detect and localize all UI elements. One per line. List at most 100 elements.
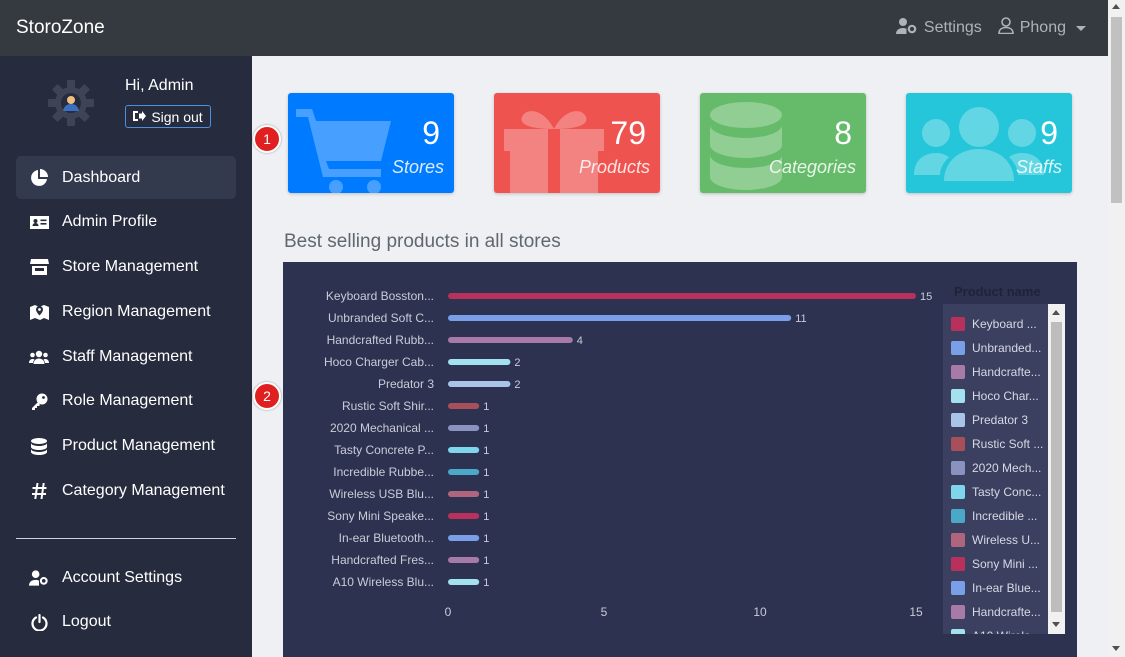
card-value: 8 — [834, 115, 852, 151]
bar[interactable] — [448, 535, 480, 541]
bar[interactable] — [448, 469, 480, 475]
sidebar-item-logout[interactable]: Logout — [16, 601, 236, 644]
user-cog-icon — [895, 17, 918, 39]
bar[interactable] — [448, 557, 480, 563]
annotation-badge-1: 1 — [253, 125, 281, 153]
legend-item[interactable]: Hoco Char... — [951, 384, 1043, 408]
legend-item[interactable]: Keyboard ... — [951, 312, 1043, 336]
chart-legend: Product name Keyboard ... Unbranded... Han… — [943, 282, 1065, 634]
user-cog-icon — [29, 568, 49, 588]
sidebar-item-label: Account Settings — [62, 568, 183, 586]
card-value: 9 — [1040, 115, 1058, 151]
legend-label: Keyboard ... — [972, 317, 1037, 331]
legend-swatch — [951, 485, 965, 499]
category-label: Tasty Concrete P... — [334, 443, 434, 457]
settings-link[interactable]: Settings — [895, 17, 982, 39]
legend-label: Incredible ... — [972, 509, 1038, 523]
categories-card[interactable]: 8 Categories — [700, 93, 866, 193]
sidebar-item-label: Logout — [62, 613, 111, 631]
legend-label: Handcrafte... — [972, 605, 1041, 619]
category-label: A10 Wireless Blu... — [333, 575, 434, 589]
legend-scrollbar[interactable] — [1048, 304, 1065, 634]
bar-value-label: 2 — [514, 357, 520, 369]
sidebar-item-category-management[interactable]: Category Management — [16, 470, 236, 513]
scroll-thumb[interactable] — [1111, 17, 1122, 203]
bar[interactable] — [448, 447, 480, 453]
legend-item[interactable]: A10 Wirele... — [951, 624, 1043, 634]
legend-swatch — [951, 389, 965, 403]
category-label: Predator 3 — [378, 377, 434, 391]
legend-item[interactable]: 2020 Mech... — [951, 456, 1043, 480]
sidebar-item-region-management[interactable]: Region Management — [16, 290, 236, 333]
card-value: 9 — [422, 115, 440, 151]
legend-item[interactable]: Rustic Soft ... — [951, 432, 1043, 456]
legend-label: Hoco Char... — [972, 389, 1039, 403]
bar-value-label: 1 — [483, 511, 489, 523]
legend-item[interactable]: Sony Mini ... — [951, 552, 1043, 576]
page-scrollbar[interactable] — [1108, 0, 1125, 657]
bar[interactable] — [448, 403, 480, 409]
sidebar-item-account-settings[interactable]: Account Settings — [16, 556, 236, 599]
top-right-menu: Settings Phong — [895, 17, 1086, 39]
legend-scroll-down-arrow[interactable] — [1052, 622, 1060, 627]
sidebar-item-label: Category Management — [62, 482, 225, 500]
sign-out-icon — [133, 109, 147, 125]
sidebar-item-staff-management[interactable]: Staff Management — [16, 335, 236, 378]
bar[interactable] — [448, 381, 511, 387]
legend-label: A10 Wirele... — [972, 629, 1041, 634]
legend-label: Predator 3 — [972, 413, 1029, 427]
user-dropdown[interactable]: Phong — [997, 17, 1086, 39]
chevron-down-icon — [1076, 25, 1086, 31]
legend-item[interactable]: Handcrafte... — [951, 600, 1043, 624]
legend-scroll-up-arrow[interactable] — [1052, 310, 1060, 315]
sidebar-item-admin-profile[interactable]: Admin Profile — [16, 201, 236, 244]
bar[interactable] — [448, 337, 573, 343]
bar-value-label: 2 — [514, 379, 520, 391]
legend-swatch — [951, 629, 965, 634]
bar[interactable] — [448, 315, 792, 321]
x-tick-label: 10 — [753, 605, 767, 619]
category-label: 2020 Mechanical ... — [330, 421, 434, 435]
legend-scroll-thumb[interactable] — [1051, 322, 1062, 612]
sign-out-button[interactable]: Sign out — [125, 105, 211, 128]
annotation-badge-2: 2 — [253, 382, 281, 410]
staffs-card[interactable]: 9 Staffs — [906, 93, 1072, 193]
scroll-up-arrow[interactable] — [1112, 4, 1120, 9]
brand-logo[interactable]: StoroZone — [16, 17, 105, 39]
legend-label: Wireless U... — [972, 533, 1041, 547]
bar-value-label: 1 — [483, 533, 489, 545]
category-label: Hoco Charger Cab... — [324, 355, 434, 369]
bar[interactable] — [448, 513, 480, 519]
database-icon — [708, 101, 784, 193]
bar[interactable] — [448, 293, 916, 299]
bar[interactable] — [448, 425, 480, 431]
legend-item[interactable]: Handcrafte... — [951, 360, 1043, 384]
bar[interactable] — [448, 491, 480, 497]
sidebar-bottom-nav: Account Settings Logout — [16, 556, 236, 646]
stores-card[interactable]: 9 Stores — [288, 93, 454, 193]
legend-item[interactable]: Unbranded... — [951, 336, 1043, 360]
legend-swatch — [951, 413, 965, 427]
map-marker-icon — [29, 302, 49, 322]
gift-icon — [502, 101, 607, 193]
legend-item[interactable]: Incredible ... — [951, 504, 1043, 528]
sidebar-item-store-management[interactable]: Store Management — [16, 246, 236, 289]
sidebar-item-dashboard[interactable]: Dashboard — [16, 156, 236, 199]
products-card[interactable]: 79 Products — [494, 93, 660, 193]
legend-item[interactable]: In-ear Blue... — [951, 576, 1043, 600]
scroll-down-arrow[interactable] — [1112, 646, 1120, 651]
key-icon — [29, 391, 49, 411]
legend-item[interactable]: Wireless U... — [951, 528, 1043, 552]
bar[interactable] — [448, 579, 480, 585]
legend-item[interactable]: Predator 3 — [951, 408, 1043, 432]
legend-label: Rustic Soft ... — [972, 437, 1044, 451]
legend-label: Handcrafte... — [972, 365, 1041, 379]
power-icon — [29, 612, 49, 632]
legend-swatch — [951, 509, 965, 523]
sidebar-item-product-management[interactable]: Product Management — [16, 425, 236, 468]
legend-item[interactable]: Tasty Conc... — [951, 480, 1043, 504]
bar[interactable] — [448, 359, 511, 365]
admin-avatar — [48, 80, 94, 131]
sidebar-item-role-management[interactable]: Role Management — [16, 380, 236, 423]
cart-icon — [296, 101, 391, 193]
